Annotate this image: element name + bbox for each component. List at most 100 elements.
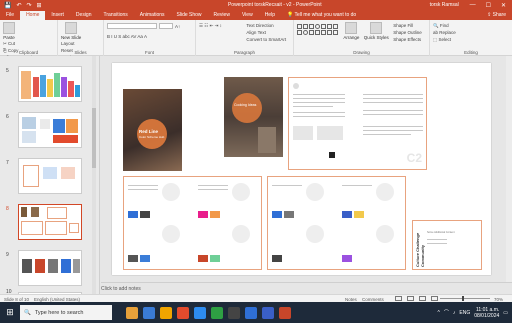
maximize-icon[interactable]: ☐: [486, 2, 491, 9]
reading-view-icon[interactable]: [419, 296, 426, 301]
scrollbar-thumb[interactable]: [92, 108, 96, 168]
slideshow-icon[interactable]: [431, 296, 438, 301]
arrange-icon: [345, 22, 358, 34]
tab-home[interactable]: Home: [20, 11, 46, 20]
tab-help[interactable]: Help: [259, 11, 281, 20]
slide-thumbnails-pane[interactable]: 5 6 7 8 9 10: [0, 56, 100, 294]
shapes-gallery[interactable]: [297, 24, 338, 35]
replace-button[interactable]: ab Replace: [433, 29, 509, 36]
taskbar-app-icon[interactable]: [228, 306, 240, 319]
tab-slide-show[interactable]: Slide Show: [171, 11, 208, 20]
document-page-side[interactable]: Culture Challenge Community Some Additio…: [412, 220, 482, 270]
building-title: Cooking Ideas: [234, 103, 257, 107]
minimize-icon[interactable]: —: [470, 2, 476, 9]
share-label: Share: [492, 12, 506, 18]
tab-view[interactable]: View: [236, 11, 259, 20]
tab-file[interactable]: File: [0, 11, 20, 20]
side-subtitle: Some Additional Content: [427, 231, 455, 234]
drawing-group: Arrange Quick Styles Shape Fill Shape Ou…: [294, 20, 430, 56]
zoom-level[interactable]: 70%: [494, 297, 503, 302]
notifications-icon[interactable]: ▭: [503, 310, 508, 316]
current-slide[interactable]: Red Line Color Scheme Hub Cooking Ideas: [112, 63, 491, 275]
network-icon[interactable]: ⌒: [444, 309, 449, 316]
close-icon[interactable]: ✕: [501, 2, 506, 9]
tell-me-box[interactable]: 💡 Tell me what you want to do: [281, 11, 362, 20]
search-placeholder: Type here to search: [34, 309, 84, 316]
shape-outline-label: Shape Outline: [393, 30, 422, 35]
lightbulb-icon: 💡: [286, 12, 295, 18]
taskbar-app-icon[interactable]: [211, 306, 223, 319]
taskbar-search-box[interactable]: 🔍 Type here to search: [20, 305, 112, 320]
tab-review[interactable]: Review: [208, 11, 236, 20]
quick-styles-button[interactable]: Quick Styles: [364, 22, 389, 40]
tab-design[interactable]: Design: [70, 11, 98, 20]
language-indicator[interactable]: English (United States): [34, 297, 80, 302]
document-spread-bottom-left[interactable]: [123, 176, 262, 270]
taskbar-app-icon[interactable]: [126, 306, 138, 319]
windows-start-icon[interactable]: ⊞: [0, 302, 20, 323]
font-style-buttons[interactable]: B I U S abc AV Aa A: [107, 33, 192, 40]
volume-icon[interactable]: ♪: [453, 310, 456, 316]
arrange-button[interactable]: Arrange: [343, 22, 359, 40]
notes-pane[interactable]: Click to add notes: [101, 282, 512, 294]
tray-chevron-icon[interactable]: ^: [438, 310, 440, 316]
tab-transitions[interactable]: Transitions: [98, 11, 134, 20]
text-direction-button[interactable]: Text Direction: [246, 22, 286, 29]
slide-thumbnail-7[interactable]: [18, 158, 82, 194]
comments-button[interactable]: Comments: [362, 297, 384, 302]
font-size-input[interactable]: [159, 23, 173, 29]
redo-icon[interactable]: ↷: [27, 2, 32, 9]
taskbar-app-icon[interactable]: [143, 306, 155, 319]
select-button[interactable]: ⬚ Select: [433, 36, 509, 43]
tab-animations[interactable]: Animations: [134, 11, 171, 20]
clock[interactable]: 11:01 a.m. 08/01/2024: [474, 307, 499, 319]
slide-thumbnail-9[interactable]: [18, 250, 82, 286]
slide-thumbnail-8[interactable]: [18, 204, 82, 240]
cut-button[interactable]: ✂ Cut: [3, 40, 40, 47]
list-buttons[interactable]: ☰ ☷ ⇤ ⇥ ↕: [199, 22, 245, 29]
taskbar-app-icon[interactable]: [160, 306, 172, 319]
undo-icon[interactable]: ↶: [16, 2, 21, 9]
select-label: Select: [438, 37, 452, 42]
clock-date: 08/01/2024: [474, 312, 500, 319]
zoom-slider[interactable]: [440, 296, 490, 301]
building-image[interactable]: Cooking Ideas: [224, 77, 283, 157]
user-name[interactable]: torsk Ramsal: [430, 2, 470, 8]
slide-thumbnail-5[interactable]: [18, 66, 82, 102]
shape-fill-button[interactable]: Shape Fill: [393, 22, 422, 29]
powerpoint-taskbar-icon[interactable]: [279, 306, 291, 319]
find-button[interactable]: 🔍 Find: [433, 22, 509, 29]
align-text-button[interactable]: Align Text: [246, 29, 286, 36]
slide-thumbnail-6[interactable]: [18, 112, 82, 148]
thumbnails-scrollbar[interactable]: [92, 56, 96, 294]
shape-outline-button[interactable]: Shape Outline: [393, 29, 422, 36]
document-spread-top[interactable]: C2: [288, 77, 427, 170]
taskbar-app-icon[interactable]: [245, 306, 257, 319]
customize-icon[interactable]: ⊞: [37, 2, 42, 9]
smartart-button[interactable]: Convert to SmartArt: [246, 36, 286, 43]
keyboard-language[interactable]: ENG: [459, 310, 470, 316]
layout-button[interactable]: Layout: [61, 40, 76, 47]
drawing-group-label: Drawing: [353, 50, 370, 55]
shape-effects-button[interactable]: Shape Effects: [393, 36, 422, 43]
document-spread-bottom-middle[interactable]: [267, 176, 406, 270]
slide-sorter-icon[interactable]: [407, 296, 414, 301]
cover-image[interactable]: Red Line Color Scheme Hub: [123, 89, 182, 171]
taskbar-app-icon[interactable]: [194, 306, 206, 319]
taskbar-app-icon[interactable]: [262, 306, 274, 319]
font-name-input[interactable]: [107, 23, 157, 29]
notes-placeholder: Click to add notes: [101, 286, 141, 292]
font-group-label: Font: [144, 50, 154, 55]
save-icon[interactable]: 💾: [4, 2, 11, 9]
paste-button[interactable]: Paste: [3, 22, 15, 40]
canvas-scrollbar[interactable]: [506, 56, 512, 282]
find-icon: 🔍: [433, 23, 440, 28]
new-slide-button[interactable]: New Slide: [61, 22, 81, 40]
grow-font-icon[interactable]: A↑: [175, 23, 180, 30]
notes-button[interactable]: Notes: [345, 297, 357, 302]
normal-view-icon[interactable]: [395, 296, 402, 301]
smartart-label: Convert to SmartArt: [246, 37, 287, 42]
taskbar-app-icon[interactable]: [177, 306, 189, 319]
tab-insert[interactable]: Insert: [45, 11, 70, 20]
share-button[interactable]: ⇪ Share: [481, 11, 512, 20]
